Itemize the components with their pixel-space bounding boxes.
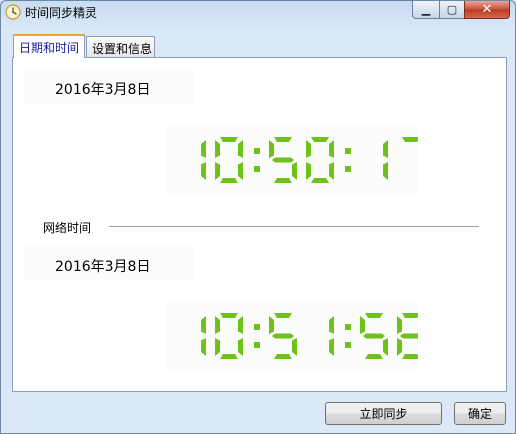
sync-now-button[interactable]: 立即同步 xyxy=(325,402,442,425)
local-time-colon-dot xyxy=(254,148,260,154)
network-time-colon-dot xyxy=(345,342,351,348)
network-time-segment xyxy=(402,354,418,359)
network-time-segment xyxy=(215,316,220,334)
local-time-segment xyxy=(215,162,220,180)
local-time-segment xyxy=(306,162,311,180)
network-time-segment xyxy=(201,316,206,334)
local-time-colon-dot xyxy=(254,166,260,172)
network-time-segment xyxy=(329,338,334,356)
network-time-segment xyxy=(383,338,388,356)
app-window: 时间同步精灵 ▁ ▢ ✕ 日期和时间 设置和信息 2016年3月8日 网络时间 … xyxy=(0,0,516,434)
network-time-segment xyxy=(220,313,238,318)
local-time-segment xyxy=(238,140,243,158)
local-time-colon-dot xyxy=(345,166,351,172)
network-time-segment xyxy=(272,333,294,339)
maximize-button[interactable]: ▢ xyxy=(439,1,465,19)
network-time-segment xyxy=(274,354,292,359)
date-time-panel: 2016年3月8日 网络时间 2016年3月8日 xyxy=(12,57,507,392)
network-time-segment xyxy=(397,316,402,334)
local-time-segment xyxy=(238,162,243,180)
network-time-segment xyxy=(329,316,334,334)
local-time-display xyxy=(166,124,418,196)
local-time-segment xyxy=(311,178,329,183)
network-time-label: 网络时间 xyxy=(43,219,96,236)
network-time-segment xyxy=(274,313,292,318)
local-time-segment xyxy=(215,140,220,158)
network-time-digit-2 xyxy=(269,313,297,359)
local-time-segment xyxy=(292,162,297,180)
local-time-segment xyxy=(269,140,274,158)
local-time-segment xyxy=(311,137,329,142)
network-time-digit-3 xyxy=(329,316,334,356)
local-time-colon-dot xyxy=(345,148,351,154)
network-time-segment xyxy=(402,313,418,318)
local-time-segment xyxy=(220,137,238,142)
network-time-digit-1 xyxy=(215,313,243,359)
network-time-segment xyxy=(397,338,402,356)
network-time-digits xyxy=(201,313,418,359)
network-time-segment xyxy=(365,313,383,318)
local-time-digit-2 xyxy=(269,137,297,183)
local-time-segment xyxy=(306,140,311,158)
network-time-segment xyxy=(238,316,243,334)
local-time-segment xyxy=(383,140,388,158)
title-bar[interactable]: 时间同步精灵 ▁ ▢ ✕ xyxy=(1,1,515,23)
window-title: 时间同步精灵 xyxy=(25,6,98,20)
network-time-display xyxy=(166,300,418,372)
local-time-segment xyxy=(329,162,334,180)
local-time-segment xyxy=(329,140,334,158)
section-divider xyxy=(109,226,479,227)
network-time-digit-4 xyxy=(360,313,388,359)
network-date: 2016年3月8日 xyxy=(24,245,194,281)
close-icon: ✕ xyxy=(481,2,493,17)
local-time-digit-4 xyxy=(383,140,388,180)
network-time-segment xyxy=(400,333,418,339)
minimize-icon: ▁ xyxy=(421,3,431,16)
local-time-digit-1 xyxy=(215,137,243,183)
local-time-segment xyxy=(272,157,294,163)
minimize-button[interactable]: ▁ xyxy=(412,1,440,19)
network-time-segment xyxy=(201,338,206,356)
network-time-segment xyxy=(238,338,243,356)
network-time-segment xyxy=(269,316,274,334)
network-time-segment xyxy=(365,354,383,359)
local-time-digits xyxy=(201,137,418,183)
local-time-segment xyxy=(201,140,206,158)
local-time-segment xyxy=(383,162,388,180)
tab-settings-info[interactable]: 设置和信息 xyxy=(86,36,155,57)
network-time-segment xyxy=(215,338,220,356)
local-time-segment xyxy=(201,162,206,180)
clock-icon xyxy=(5,4,21,20)
network-time-digit-5 xyxy=(397,313,418,359)
local-time-segment xyxy=(274,137,292,142)
local-time-digit-5 xyxy=(402,137,418,142)
local-time-segment xyxy=(220,178,238,183)
local-time-segment xyxy=(402,137,418,142)
network-time-digit-0 xyxy=(201,316,206,356)
local-date: 2016年3月8日 xyxy=(24,68,194,104)
network-time-segment xyxy=(220,354,238,359)
network-time-segment xyxy=(360,316,365,334)
network-time-segment xyxy=(292,338,297,356)
network-time-colon-dot xyxy=(254,342,260,348)
network-time-colon-dot xyxy=(254,324,260,330)
close-button[interactable]: ✕ xyxy=(464,1,510,19)
maximize-icon: ▢ xyxy=(446,3,458,16)
network-time-colon-dot xyxy=(345,324,351,330)
ok-button[interactable]: 确定 xyxy=(454,402,506,425)
local-time-segment xyxy=(274,178,292,183)
tab-date-time[interactable]: 日期和时间 xyxy=(13,34,86,58)
local-time-digit-3 xyxy=(306,137,334,183)
network-time-segment xyxy=(363,333,385,339)
local-time-digit-0 xyxy=(201,140,206,180)
